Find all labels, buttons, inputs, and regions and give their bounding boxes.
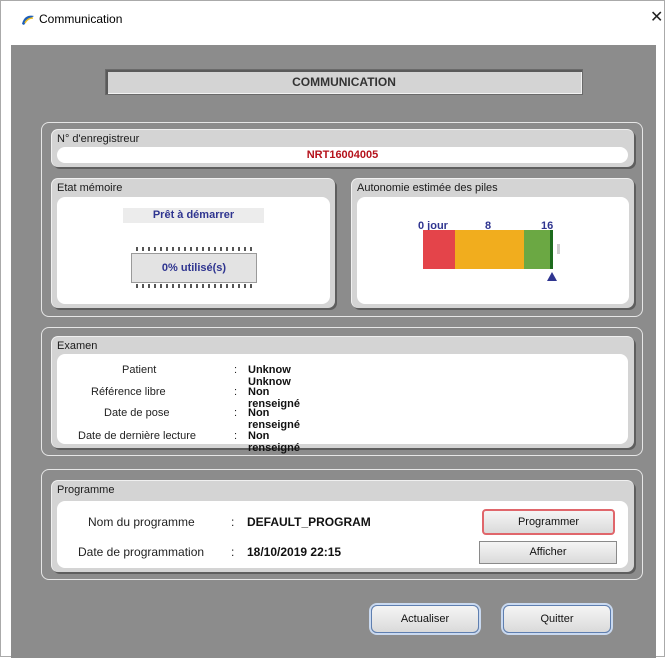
exam-label: Examen	[57, 340, 98, 352]
recorder-label: N° d'enregistreur	[57, 133, 140, 145]
quit-button[interactable]: Quitter	[503, 605, 611, 633]
program-label: Programme	[57, 484, 115, 496]
exam-row-value: Non renseigné	[248, 407, 300, 431]
program-date-value: 18/10/2019 22:15	[247, 545, 342, 559]
communication-window: Communication ✕ COMMUNICATION N° d'enreg…	[0, 0, 665, 658]
recorder-number: NRT16004005	[57, 147, 628, 163]
exam-row-label: Date de pose	[104, 407, 170, 419]
program-date-label: Date de programmation	[78, 545, 205, 559]
exam-row-colon: :	[234, 364, 238, 376]
battery-segment-orange	[455, 230, 524, 269]
exam-row-colon: :	[234, 407, 238, 419]
title-bar: Communication ✕	[1, 1, 664, 37]
close-icon[interactable]: ✕	[650, 7, 665, 29]
battery-estimate-marker	[547, 272, 557, 281]
battery-segment-green	[524, 230, 550, 269]
program-name-value: DEFAULT_PROGRAM	[247, 515, 371, 529]
exam-row-colon: :	[234, 386, 238, 398]
program-name-colon: :	[231, 515, 235, 529]
exam-row-colon: :	[234, 430, 238, 442]
chip-pins-bottom	[132, 284, 256, 288]
exam-row-label: Patient	[122, 364, 157, 376]
app-icon	[22, 15, 34, 25]
program-button[interactable]: Programmer	[482, 509, 615, 535]
memory-label: Etat mémoire	[57, 182, 123, 194]
memory-chip: 0% utilisé(s)	[131, 253, 257, 283]
exam-row-label: Référence libre	[91, 386, 166, 398]
program-name-label: Nom du programme	[88, 515, 195, 529]
battery-segment-red	[423, 230, 455, 269]
refresh-button[interactable]: Actualiser	[371, 605, 479, 633]
program-date-colon: :	[231, 545, 235, 559]
memory-status: Prêt à démarrer	[123, 208, 264, 223]
battery-segment-dark-green	[550, 230, 553, 269]
battery-label: Autonomie estimée des piles	[357, 182, 498, 194]
window-title: Communication	[39, 12, 123, 26]
exam-row-value: Unknow Unknow	[248, 364, 291, 388]
exam-row-label: Date de dernière lecture	[78, 430, 197, 442]
show-button[interactable]: Afficher	[479, 541, 617, 564]
page-title: COMMUNICATION	[105, 69, 583, 95]
battery-terminal	[557, 244, 560, 254]
exam-row-value: Non renseigné	[248, 430, 300, 454]
chip-pins-top	[132, 247, 256, 251]
